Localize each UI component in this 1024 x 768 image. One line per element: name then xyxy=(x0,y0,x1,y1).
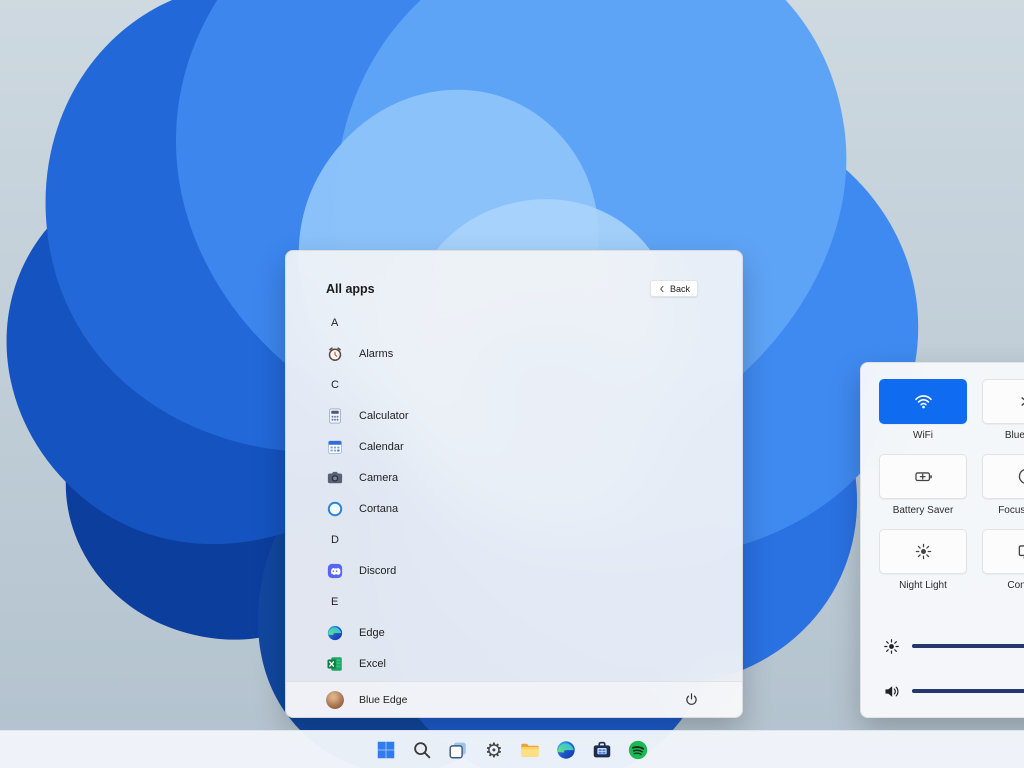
battery-saver-icon xyxy=(914,467,933,486)
quick-setting-label: WiFi xyxy=(879,430,967,441)
night-light-icon xyxy=(914,542,933,561)
chevron-left-icon xyxy=(658,285,666,293)
volume-slider-row xyxy=(883,678,1024,704)
app-label: Alarms xyxy=(359,348,393,360)
app-label: Cortana xyxy=(359,503,398,515)
edge-icon xyxy=(555,739,577,761)
letter-header-d[interactable]: D xyxy=(310,524,718,555)
app-item-excel[interactable]: Excel xyxy=(310,648,718,679)
volume-slider[interactable] xyxy=(912,689,1024,693)
quick-setting-night-light: Night Light xyxy=(879,529,967,591)
app-label: Calculator xyxy=(359,410,409,422)
back-button[interactable]: Back xyxy=(650,280,698,297)
quick-setting-label: Night Light xyxy=(879,580,967,591)
quick-setting-wifi: WiFi xyxy=(879,379,967,441)
battery-saver-toggle[interactable] xyxy=(879,454,967,499)
calculator-icon xyxy=(326,407,344,425)
taskbar-start-button[interactable] xyxy=(374,737,399,762)
taskbar-settings-button[interactable]: ⚙ xyxy=(482,737,507,762)
quick-setting-label: Bluetooth xyxy=(982,430,1024,441)
app-label: Edge xyxy=(359,627,385,639)
camera-icon xyxy=(326,469,344,487)
app-item-camera[interactable]: Camera xyxy=(310,462,718,493)
back-label: Back xyxy=(670,284,690,294)
focus-assist-toggle[interactable] xyxy=(982,454,1024,499)
app-label: Camera xyxy=(359,472,398,484)
taskbar: ⚙ xyxy=(0,730,1024,768)
quick-setting-battery-saver: Battery Saver xyxy=(879,454,967,516)
store-icon xyxy=(591,739,613,761)
night-light-toggle[interactable] xyxy=(879,529,967,574)
bluetooth-icon xyxy=(1017,392,1024,411)
letter-header-e[interactable]: E xyxy=(310,586,718,617)
brightness-slider-row xyxy=(883,633,1024,659)
quick-setting-label: Battery Saver xyxy=(879,505,967,516)
start-icon xyxy=(375,739,397,761)
quick-setting-bluetooth: Bluetooth xyxy=(982,379,1024,441)
settings-icon: ⚙ xyxy=(483,739,505,761)
wifi-toggle[interactable] xyxy=(879,379,967,424)
alarms-icon xyxy=(326,345,344,363)
app-item-calculator[interactable]: Calculator xyxy=(310,400,718,431)
quick-setting-label: Connect xyxy=(982,580,1024,591)
quick-settings-grid: WiFi Bluetooth Battery Saver Focus assist Ni… xyxy=(879,379,1024,591)
app-item-cortana[interactable]: Cortana xyxy=(310,493,718,524)
taskbar-store-button[interactable] xyxy=(590,737,615,762)
wifi-icon xyxy=(914,392,933,411)
taskbar-task-view-button[interactable] xyxy=(446,737,471,762)
cortana-icon xyxy=(326,500,344,518)
letter-header-c[interactable]: C xyxy=(310,369,718,400)
user-avatar-icon xyxy=(326,691,344,709)
all-apps-title: All apps xyxy=(326,282,375,296)
app-label: Calendar xyxy=(359,441,404,453)
start-menu-all-apps-panel: All apps Back A Alarms C Calculator Calendar… xyxy=(285,250,743,718)
app-item-edge[interactable]: Edge xyxy=(310,617,718,648)
task-view-icon xyxy=(447,739,469,761)
quick-setting-focus-assist: Focus assist xyxy=(982,454,1024,516)
letter-header-a[interactable]: A xyxy=(310,307,718,338)
file-explorer-icon xyxy=(519,739,541,761)
user-name: Blue Edge xyxy=(359,694,407,706)
app-item-calendar[interactable]: Calendar xyxy=(310,431,718,462)
calendar-icon xyxy=(326,438,344,456)
excel-icon xyxy=(326,655,344,673)
taskbar-file-explorer-button[interactable] xyxy=(518,737,543,762)
edge-icon xyxy=(326,624,344,642)
focus-assist-icon xyxy=(1017,467,1024,486)
taskbar-search-button[interactable] xyxy=(410,737,435,762)
quick-setting-connect: Connect xyxy=(982,529,1024,591)
taskbar-edge-button[interactable] xyxy=(554,737,579,762)
volume-icon xyxy=(883,683,900,700)
user-profile-button[interactable]: Blue Edge xyxy=(326,691,407,709)
app-item-discord[interactable]: Discord xyxy=(310,555,718,586)
discord-icon xyxy=(326,562,344,580)
connect-toggle[interactable] xyxy=(982,529,1024,574)
all-apps-list: A Alarms C Calculator Calendar Camera Cortana D… xyxy=(310,307,718,681)
brightness-slider[interactable] xyxy=(912,644,1024,648)
bluetooth-toggle[interactable] xyxy=(982,379,1024,424)
quick-settings-panel: WiFi Bluetooth Battery Saver Focus assist Ni… xyxy=(860,362,1024,718)
app-item-alarms[interactable]: Alarms xyxy=(310,338,718,369)
taskbar-icons: ⚙ xyxy=(374,737,651,762)
start-menu-footer: Blue Edge xyxy=(286,681,742,717)
app-label: Discord xyxy=(359,565,396,577)
quick-setting-label: Focus assist xyxy=(982,505,1024,516)
connect-icon xyxy=(1017,542,1024,561)
taskbar-spotify-button[interactable] xyxy=(626,737,651,762)
brightness-icon xyxy=(883,638,900,655)
power-button[interactable] xyxy=(680,689,702,711)
app-label: Excel xyxy=(359,658,386,670)
quick-settings-sliders xyxy=(883,633,1024,723)
spotify-icon xyxy=(627,739,649,761)
search-icon xyxy=(411,739,433,761)
